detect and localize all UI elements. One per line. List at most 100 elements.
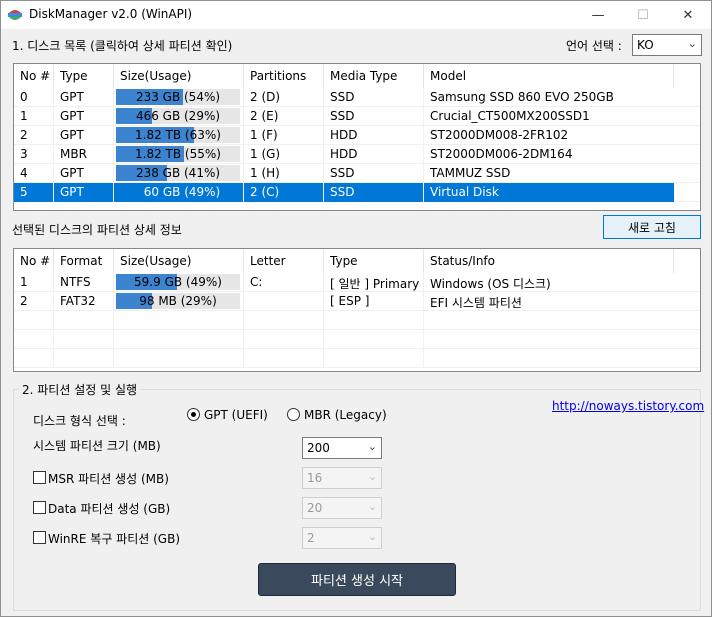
cell-type: [ 일반 ] Primary xyxy=(330,277,420,291)
disk-format-label: 디스크 형식 선택 : xyxy=(33,414,126,428)
usage-text: 238 GB (41%) xyxy=(135,166,221,180)
winre-checkbox[interactable] xyxy=(33,531,46,544)
cell-no: 4 xyxy=(20,166,28,180)
cell-no: 1 xyxy=(20,275,28,289)
cell-media: HDD xyxy=(330,147,358,161)
column-header-no[interactable]: No # xyxy=(14,249,54,273)
language-value: KO xyxy=(637,38,654,52)
cell-type: GPT xyxy=(60,128,84,142)
cell-no: 0 xyxy=(20,90,28,104)
usage-text: 1.82 TB (55%) xyxy=(135,147,221,161)
column-header-partitions[interactable]: Partitions xyxy=(244,64,324,88)
usage-text: 60 GB (49%) xyxy=(143,185,221,199)
cell-no: 5 xyxy=(20,185,28,199)
cell-media: SSD xyxy=(330,109,355,123)
cell-no: 2 xyxy=(20,128,28,142)
column-header-size[interactable]: Size(Usage) xyxy=(114,249,244,273)
winre-size-value: 2 xyxy=(307,531,315,545)
gpt-radio[interactable] xyxy=(187,408,200,421)
close-button[interactable]: ✕ xyxy=(665,1,711,29)
app-window: DiskManager v2.0 (WinAPI) — ☐ ✕ 1. 디스크 목… xyxy=(0,0,712,617)
chevron-down-icon: ⌄ xyxy=(687,37,697,50)
partition-detail-label: 선택된 디스크의 파티션 상세 정보 xyxy=(12,223,182,237)
cell-partitions: 1 (H) xyxy=(250,166,280,180)
chevron-down-icon: ⌄ xyxy=(367,470,377,483)
usage-text: 466 GB (29%) xyxy=(135,109,221,123)
data-size-select[interactable]: 20 ⌄ xyxy=(302,497,382,519)
cell-format: NTFS xyxy=(60,275,91,289)
window-title: DiskManager v2.0 (WinAPI) xyxy=(29,7,193,21)
title-bar[interactable]: DiskManager v2.0 (WinAPI) — ☐ ✕ xyxy=(1,1,711,29)
usage-text: 1.82 TB (63%) xyxy=(135,128,221,142)
winre-size-select[interactable]: 2 ⌄ xyxy=(302,527,382,549)
partition-list[interactable]: No # Format Size(Usage) Letter Type Status/In… xyxy=(13,248,701,372)
column-header-info[interactable]: Status/Info xyxy=(424,249,674,273)
column-header-format[interactable]: Format xyxy=(54,249,114,273)
cell-partitions: 2 (C) xyxy=(250,185,280,199)
cell-info: Windows (OS 디스크) xyxy=(430,277,551,291)
cell-model: Samsung SSD 860 EVO 250GB xyxy=(430,90,614,104)
cell-partitions: 2 (E) xyxy=(250,109,279,123)
usage-text: 98 MB (29%) xyxy=(139,294,217,308)
cell-type: GPT xyxy=(60,166,84,180)
cell-format: FAT32 xyxy=(60,294,96,308)
usage-bar: 233 GB (54%) xyxy=(116,89,240,105)
cell-media: SSD xyxy=(330,166,355,180)
usage-bar: 59.9 GB (49%) xyxy=(116,274,240,290)
settings-group-title: 2. 파티션 설정 및 실행 xyxy=(19,381,141,398)
cell-type: [ ESP ] xyxy=(330,294,370,308)
partition-list-header: No # Format Size(Usage) Letter Type Status/In… xyxy=(14,249,700,273)
usage-text: 59.9 GB (49%) xyxy=(134,275,222,289)
usage-bar: 1.82 TB (63%) xyxy=(116,127,240,143)
winre-label[interactable]: WinRE 복구 파티션 (GB) xyxy=(48,530,180,547)
gpt-label[interactable]: GPT (UEFI) xyxy=(204,408,268,422)
disk-list-label: 1. 디스크 목록 (클릭하여 상세 파티션 확인) xyxy=(12,39,233,53)
msr-checkbox[interactable] xyxy=(33,471,46,484)
start-partition-button[interactable]: 파티션 생성 시작 xyxy=(258,563,456,596)
cell-model: ST2000DM008-2FR102 xyxy=(430,128,569,142)
cell-no: 1 xyxy=(20,109,28,123)
cell-type: MBR xyxy=(60,147,87,161)
data-label[interactable]: Data 파티션 생성 (GB) xyxy=(48,500,170,517)
cell-media: HDD xyxy=(330,128,358,142)
system-size-select[interactable]: 200 ⌄ xyxy=(302,437,382,459)
cell-model: Crucial_CT500MX200SSD1 xyxy=(430,109,590,123)
cell-partitions: 2 (D) xyxy=(250,90,281,104)
column-header-type[interactable]: Type xyxy=(54,64,114,88)
chevron-down-icon: ⌄ xyxy=(367,500,377,513)
column-header-media[interactable]: Media Type xyxy=(324,64,424,88)
column-header-letter[interactable]: Letter xyxy=(244,249,324,273)
disk-list[interactable]: No # Type Size(Usage) Partitions Media Type M… xyxy=(13,63,701,211)
cell-partitions: 1 (F) xyxy=(250,128,278,142)
cell-partitions: 1 (G) xyxy=(250,147,281,161)
maximize-button[interactable]: ☐ xyxy=(620,1,666,29)
column-header-no[interactable]: No # xyxy=(14,64,54,88)
mbr-radio[interactable] xyxy=(287,408,300,421)
language-select[interactable]: KO ⌄ xyxy=(632,34,702,56)
disk-list-header: No # Type Size(Usage) Partitions Media Type M… xyxy=(14,64,700,88)
language-label: 언어 선택 : xyxy=(566,39,622,53)
chevron-down-icon: ⌄ xyxy=(367,440,377,453)
minimize-button[interactable]: — xyxy=(575,1,621,29)
usage-bar: 1.82 TB (55%) xyxy=(116,146,240,162)
msr-label[interactable]: MSR 파티션 생성 (MB) xyxy=(48,470,169,487)
msr-size-select[interactable]: 16 ⌄ xyxy=(302,467,382,489)
usage-text: 233 GB (54%) xyxy=(135,90,221,104)
msr-size-value: 16 xyxy=(307,471,323,485)
refresh-button[interactable]: 새로 고침 xyxy=(603,215,701,239)
data-size-value: 20 xyxy=(307,501,323,515)
column-header-model[interactable]: Model xyxy=(424,64,674,88)
chevron-down-icon: ⌄ xyxy=(367,530,377,543)
website-link[interactable]: http://noways.tistory.com xyxy=(552,399,704,413)
system-size-value: 200 xyxy=(307,441,330,455)
cell-model: ST2000DM006-2DM164 xyxy=(430,147,573,161)
cell-type: GPT xyxy=(60,185,84,199)
cell-info: EFI 시스템 파티션 xyxy=(430,296,522,310)
column-header-type[interactable]: Type xyxy=(324,249,424,273)
app-icon xyxy=(8,10,22,20)
data-checkbox[interactable] xyxy=(33,501,46,514)
usage-bar: 98 MB (29%) xyxy=(116,293,240,309)
column-header-size[interactable]: Size(Usage) xyxy=(114,64,244,88)
mbr-label[interactable]: MBR (Legacy) xyxy=(304,408,387,422)
refresh-button-label: 새로 고침 xyxy=(628,220,676,235)
